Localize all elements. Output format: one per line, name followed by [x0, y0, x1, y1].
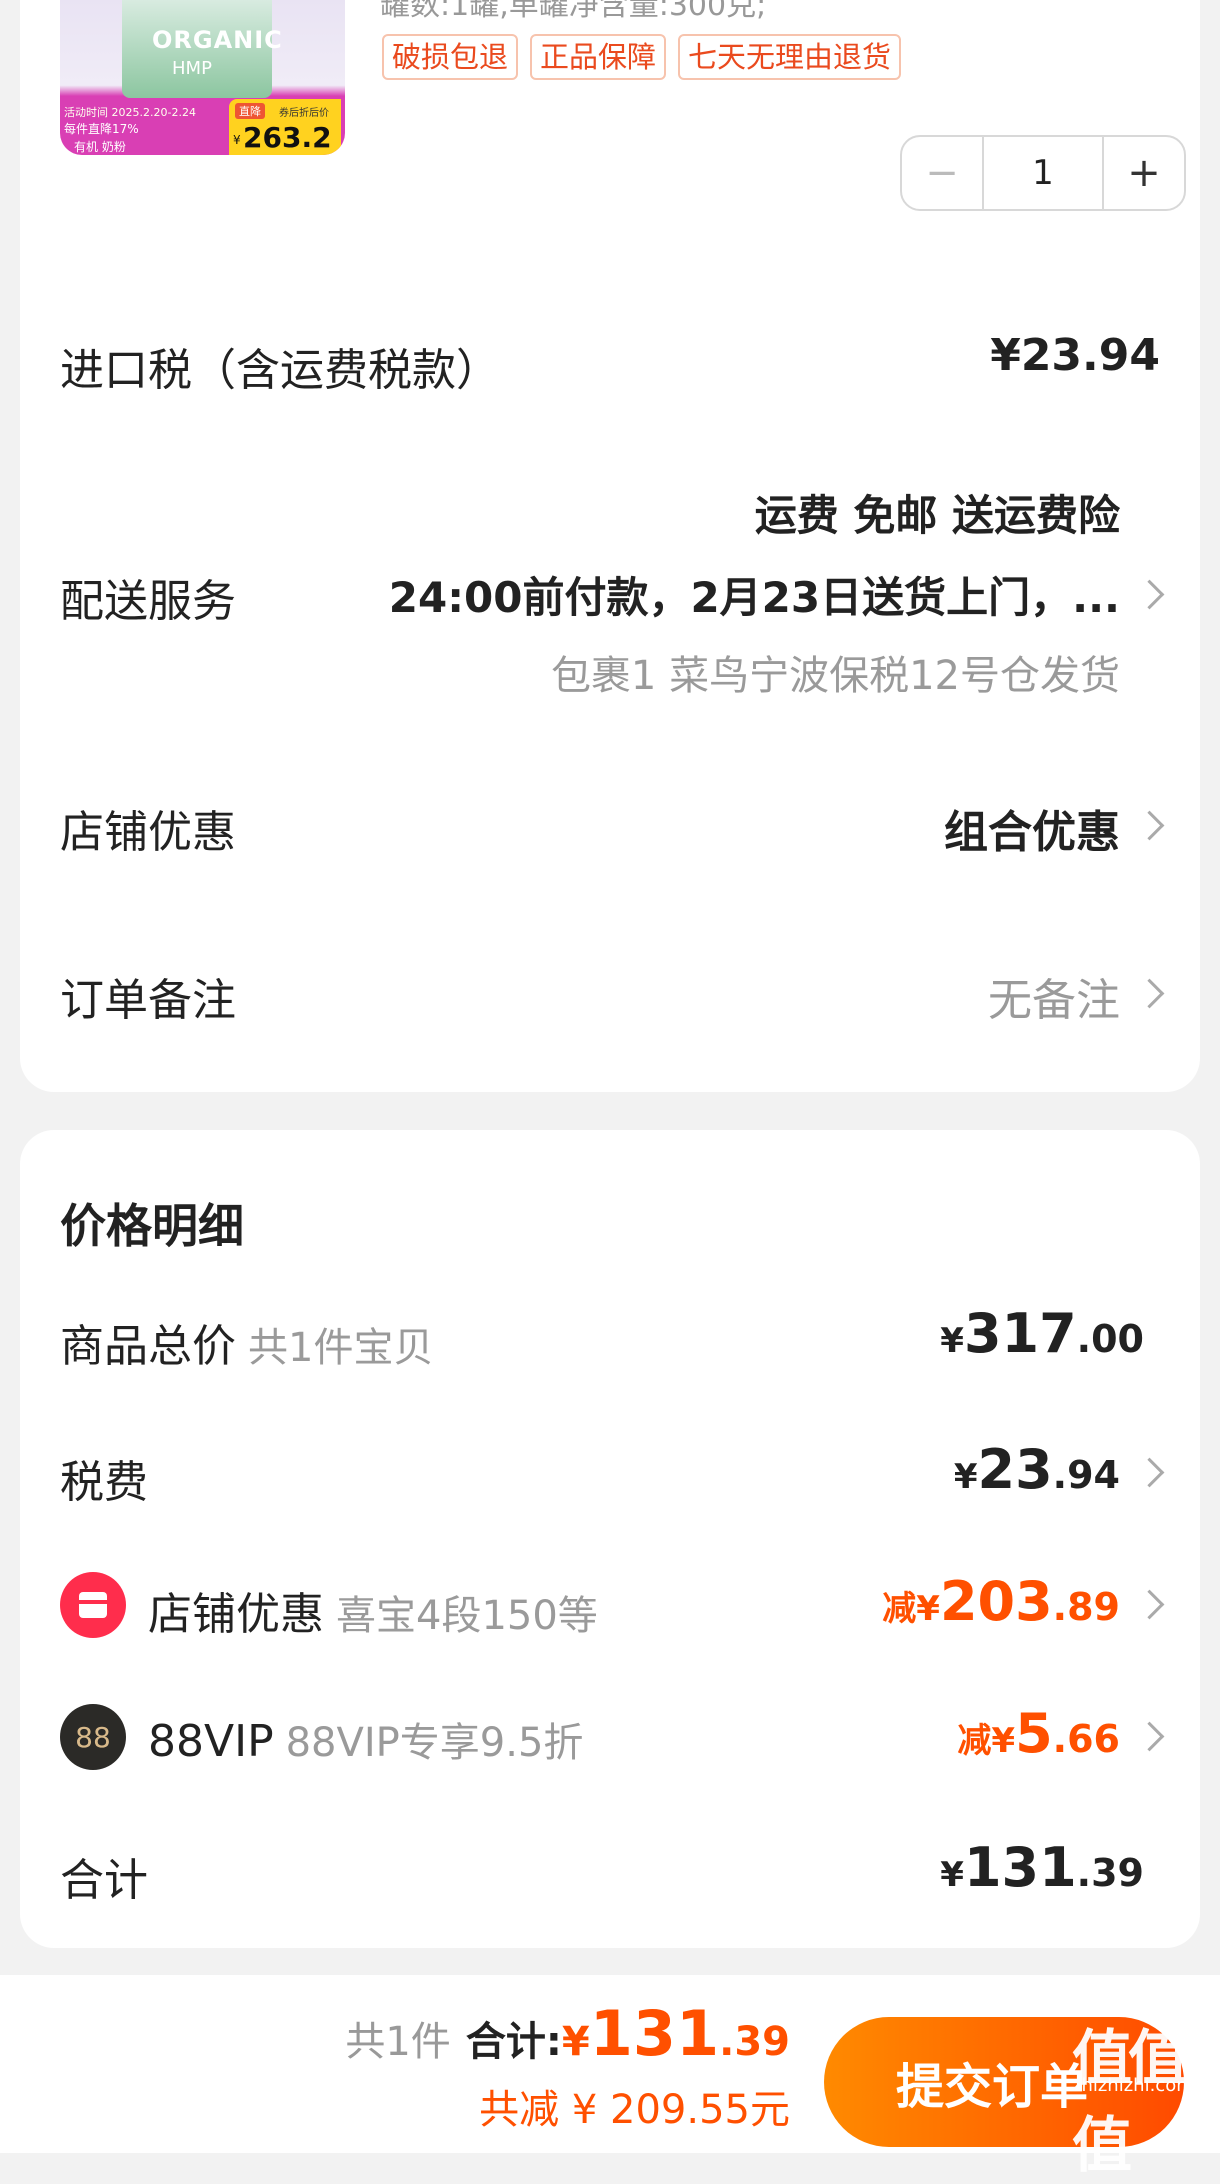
thumb-strip-time: 活动时间 2025.2.20-2.24 [64, 106, 196, 119]
shop-discount-label: 店铺优惠 [60, 807, 236, 858]
total-amount: ¥131.39 [940, 1836, 1144, 1899]
order-note-label: 订单备注 [60, 975, 236, 1026]
shop-discount-sub: 喜宝4段150等 [336, 1593, 598, 1639]
tag-damage-refund: 破损包退 [382, 34, 519, 80]
goods-total-amount: ¥317.00 [940, 1302, 1144, 1365]
delivery-warehouse: 包裹1 菜鸟宁波保税12号仓发货 [550, 653, 1120, 699]
tag-genuine: 正品保障 [530, 34, 667, 80]
tag-seven-day-return: 七天无理由退货 [678, 34, 902, 80]
chevron-right-icon [1134, 1589, 1165, 1620]
vip-discount-amount: 减¥5.66 [957, 1702, 1120, 1765]
checkout-bar: 共1件 合计:¥131.39 共减 ¥ 209.55元 提交订单 [0, 1975, 1220, 2153]
chevron-right-icon [1134, 1457, 1165, 1488]
price-detail-title: 价格明细 [60, 1199, 244, 1253]
chevron-right-icon [1134, 579, 1165, 610]
checkout-total-int: 131 [589, 1997, 720, 2070]
tax-label: 税费 [60, 1457, 148, 1508]
watermark-logo: 值值值 [1072, 2024, 1188, 2181]
product-thumbnail[interactable]: ORGANIC HMP 活动时间 2025.2.20-2.24 每件直降17% … [60, 0, 345, 155]
quantity-stepper[interactable]: − 1 + [900, 135, 1186, 211]
item-count: 共1件 [345, 2019, 451, 2065]
total-label: 合计 [60, 1855, 148, 1906]
shop-icon [60, 1572, 126, 1638]
thumb-strip-discount: 每件直降17% [64, 122, 139, 136]
order-note-value: 无备注 [988, 975, 1120, 1026]
chevron-right-icon [1134, 978, 1165, 1009]
thumb-price-box: 直降 券后折后价 ¥ 263.2 [229, 99, 341, 155]
vip-sub: 88VIP专享9.5折 [285, 1720, 584, 1766]
order-card: 罐数:1罐,单罐净含量:300克; ORGANIC HMP 活动时间 2025.… [20, 0, 1200, 1092]
service-tags: 破损包退 正品保障 七天无理由退货 [382, 34, 902, 80]
import-tax-label: 进口税（含运费税款） [60, 345, 500, 396]
checkout-total-label: 合计: [465, 2019, 562, 2065]
delivery-fee: 运费 免邮 送运费险 [754, 491, 1120, 540]
thumb-price-caption: 券后折后价 [279, 108, 329, 119]
goods-count: 共1件宝贝 [248, 1325, 434, 1371]
price-detail-card: 价格明细 商品总价 共1件宝贝 ¥317.00 税费 ¥23.94 店铺优惠 喜宝4… [20, 1130, 1200, 1948]
shop-discount-value: 组合优惠 [944, 807, 1120, 858]
chevron-right-icon [1134, 1721, 1165, 1752]
vip-label: 88VIP 88VIP专享9.5折 [148, 1716, 584, 1767]
thumb-price-yen: ¥ [233, 133, 241, 147]
watermark-text: zhizhizhi.com [1072, 2075, 1194, 2096]
product-spec: 罐数:1罐,单罐净含量:300克; [380, 0, 767, 23]
quantity-value[interactable]: 1 [982, 137, 1104, 209]
delivery-label: 配送服务 [60, 576, 236, 627]
thumb-price: 263.2 [243, 121, 332, 154]
increase-button[interactable]: + [1104, 137, 1184, 209]
thumb-brand: ORGANIC [152, 26, 283, 54]
shop-discount-amount: 减¥203.89 [882, 1570, 1120, 1633]
decrease-button[interactable]: − [902, 137, 982, 209]
thumb-badge: 直降 [235, 103, 265, 119]
thumb-sub: HMP [172, 58, 212, 79]
vip-icon: 88 [60, 1704, 126, 1770]
import-tax-value: ¥23.94 [990, 330, 1160, 381]
shop-discount-detail-label: 店铺优惠 喜宝4段150等 [148, 1589, 598, 1640]
checkout-total: 共1件 合计:¥131.39 [345, 1997, 790, 2070]
thumb-strip-type: 有机 奶粉 [74, 140, 126, 154]
saved-amount: 共减 ¥ 209.55元 [479, 2087, 790, 2133]
delivery-time: 24:00前付款，2月23日送货上门，... [388, 573, 1120, 622]
goods-total-text: 商品总价 [60, 1321, 236, 1372]
goods-total-label: 商品总价 共1件宝贝 [60, 1310, 433, 1374]
tax-amount: ¥23.94 [953, 1438, 1120, 1501]
chevron-right-icon [1134, 810, 1165, 841]
